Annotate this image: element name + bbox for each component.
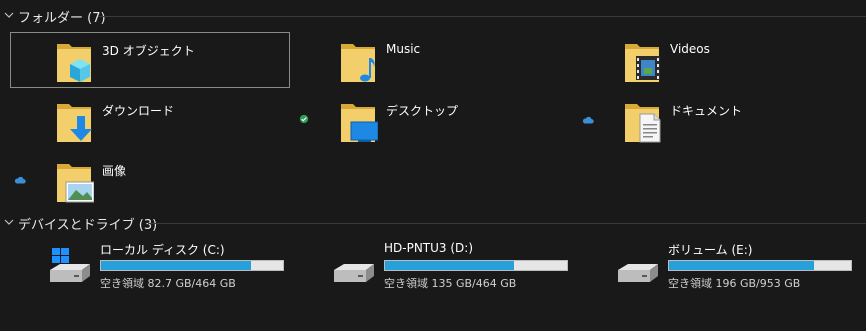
- folder-music[interactable]: Music: [294, 32, 574, 88]
- drive-name: ボリューム (E:): [668, 243, 753, 257]
- download-icon: [57, 104, 92, 142]
- usage-fill: [669, 261, 814, 270]
- folder-3d-objects[interactable]: 3D オブジェクト: [10, 32, 290, 88]
- usage-fill: [385, 261, 515, 270]
- folder-name: デスクトップ: [386, 104, 459, 118]
- folder-videos[interactable]: Videos: [578, 32, 858, 88]
- folder-name: ドキュメント: [670, 104, 743, 118]
- folders-group-header[interactable]: フォルダー (7): [0, 5, 866, 27]
- drive-free-space: 空き領域 196 GB/953 GB: [668, 277, 801, 290]
- drive-name: ローカル ディスク (C:): [100, 243, 225, 257]
- usage-fill: [101, 261, 251, 270]
- drive-c[interactable]: ローカル ディスク (C:) 空き領域 82.7 GB/464 GB: [48, 238, 298, 294]
- folder-documents[interactable]: ドキュメント: [578, 92, 858, 148]
- folder-name: ダウンロード: [102, 104, 175, 118]
- hard-drive-icon: [618, 264, 658, 282]
- folder-pictures[interactable]: 画像: [10, 152, 290, 208]
- music-icon: [341, 44, 375, 82]
- divider: [98, 16, 866, 17]
- chevron-down-icon[interactable]: [4, 10, 14, 20]
- drive-free-space: 空き領域 82.7 GB/464 GB: [100, 277, 236, 290]
- devices-group-title: デバイスとドライブ (3): [18, 217, 158, 233]
- pictures-icon: [57, 164, 94, 203]
- folder-name: 3D オブジェクト: [102, 44, 195, 58]
- divider: [148, 223, 866, 224]
- folder-name: Videos: [670, 42, 710, 56]
- drive-free-space: 空き領域 135 GB/464 GB: [384, 277, 517, 290]
- videos-icon: [625, 44, 660, 82]
- chevron-down-icon[interactable]: [4, 217, 14, 227]
- desktop-icon: [341, 104, 378, 142]
- windows-drive-icon: [50, 248, 90, 282]
- documents-icon: [625, 104, 661, 143]
- drive-d[interactable]: HD-PNTU3 (D:) 空き領域 135 GB/464 GB: [332, 238, 582, 294]
- folders-group-title: フォルダー (7): [18, 10, 106, 26]
- folder-downloads[interactable]: ダウンロード: [10, 92, 290, 148]
- usage-bar: [100, 260, 284, 271]
- folder-name: Music: [386, 42, 421, 56]
- drive-e[interactable]: ボリューム (E:) 空き領域 196 GB/953 GB: [616, 238, 866, 294]
- folder-name: 画像: [102, 164, 127, 178]
- usage-bar: [668, 260, 852, 271]
- folder-desktop[interactable]: デスクトップ: [294, 92, 574, 148]
- hard-drive-icon: [334, 264, 374, 282]
- 3d-objects-icon: [57, 44, 91, 82]
- usage-bar: [384, 260, 568, 271]
- drive-name: HD-PNTU3 (D:): [384, 241, 474, 255]
- devices-group-header[interactable]: デバイスとドライブ (3): [0, 212, 866, 234]
